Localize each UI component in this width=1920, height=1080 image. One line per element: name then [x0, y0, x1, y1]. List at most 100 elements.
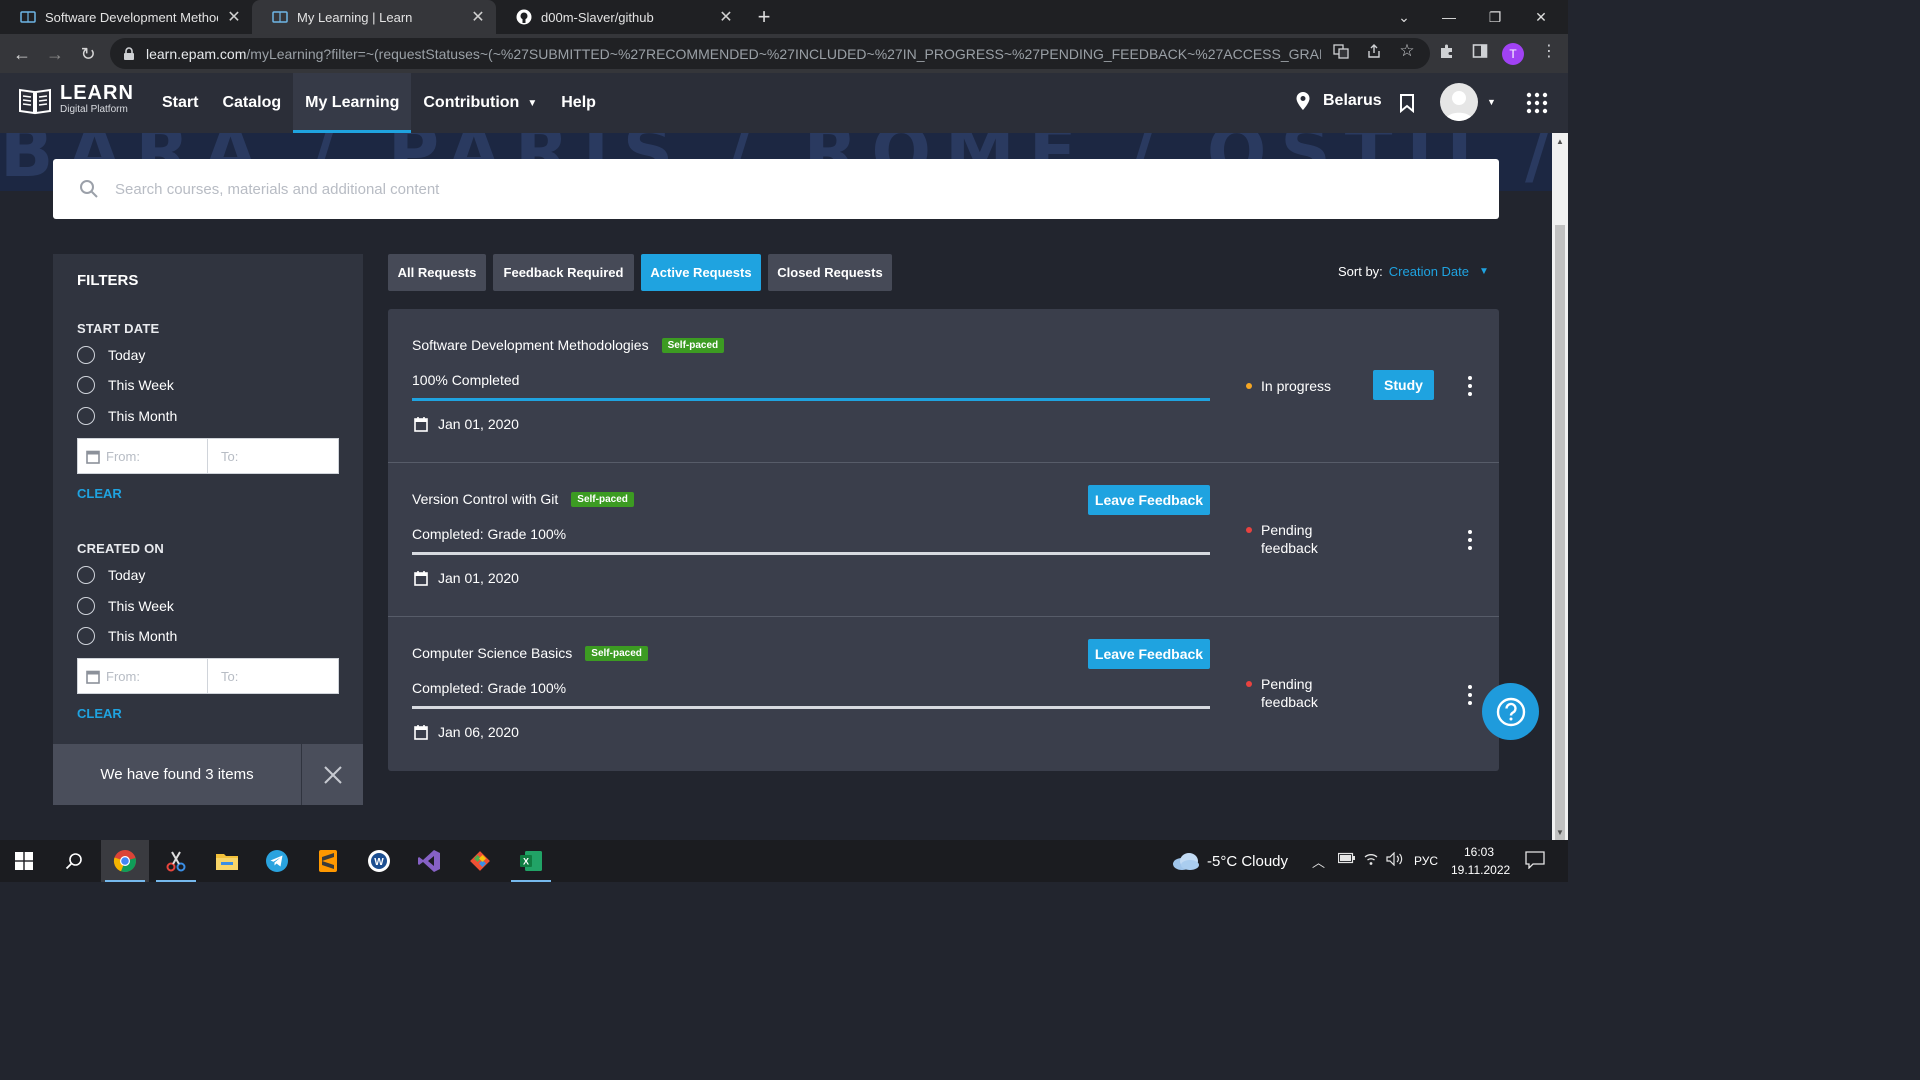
start-date-from-input[interactable]: [106, 448, 196, 464]
progress-fill: [412, 398, 1210, 401]
nav-contribution[interactable]: Contribution ▼: [411, 73, 549, 133]
new-tab-button[interactable]: +: [752, 4, 776, 30]
course-date: Jan 06, 2020: [414, 724, 519, 740]
created-on-clear-link[interactable]: CLEAR: [77, 706, 122, 721]
nav-help[interactable]: Help: [549, 73, 608, 133]
user-avatar[interactable]: [1440, 83, 1478, 121]
bookmark-star-icon[interactable]: ☆: [1398, 41, 1416, 60]
chrome-taskbar-icon[interactable]: [101, 840, 149, 882]
extensions-puzzle-icon[interactable]: [1438, 42, 1456, 60]
more-options-icon[interactable]: [1464, 685, 1476, 705]
close-tab-icon[interactable]: ✕: [470, 7, 486, 27]
nav-catalog[interactable]: Catalog: [210, 73, 293, 133]
tab-active-requests[interactable]: Active Requests: [641, 254, 761, 291]
course-date-text: Jan 01, 2020: [438, 570, 519, 586]
help-button[interactable]: [1482, 683, 1539, 740]
filters-title: FILTERS: [77, 272, 139, 289]
bookmark-icon[interactable]: [1399, 93, 1415, 113]
close-tab-icon[interactable]: ✕: [718, 7, 734, 27]
start-date-this-week-radio[interactable]: This Week: [77, 376, 174, 394]
learn-logo[interactable]: LEARN Digital Platform: [18, 83, 134, 117]
git-extensions-icon[interactable]: [456, 840, 504, 882]
back-arrow-icon[interactable]: ←: [9, 41, 35, 67]
avatar-chevron-down-icon[interactable]: ▼: [1487, 97, 1496, 107]
course-title[interactable]: Software Development Methodologies: [412, 337, 649, 353]
browser-menu-icon[interactable]: ⋮: [1540, 42, 1558, 60]
cloud-weather-icon[interactable]: [1172, 851, 1200, 871]
start-date-clear-link[interactable]: CLEAR: [77, 486, 122, 501]
battery-icon[interactable]: [1337, 852, 1356, 867]
created-on-from-input[interactable]: [106, 668, 196, 684]
course-title[interactable]: Version Control with Git: [412, 491, 558, 507]
start-date-this-month-radio[interactable]: This Month: [77, 407, 177, 425]
search-icon[interactable]: [50, 840, 98, 882]
tray-chevron-up-icon[interactable]: ︿: [1312, 852, 1325, 871]
weather-text[interactable]: -5°C Cloudy: [1207, 853, 1288, 870]
radio-circle: [77, 597, 95, 615]
clock-time[interactable]: 16:03: [1464, 845, 1494, 859]
browser-tab-3[interactable]: d00m-Slaver/github ✕: [496, 0, 744, 34]
sort-selector[interactable]: Sort by: Creation Date ▼: [1338, 264, 1489, 279]
more-options-icon[interactable]: [1464, 376, 1476, 396]
tab-feedback-required[interactable]: Feedback Required: [493, 254, 634, 291]
telegram-icon[interactable]: [253, 840, 301, 882]
translate-icon[interactable]: [1332, 42, 1350, 60]
learn-favicon-icon: [272, 11, 288, 23]
page-scrollbar[interactable]: ▲ ▼: [1552, 133, 1568, 865]
volume-icon[interactable]: [1386, 851, 1404, 869]
search-input[interactable]: [115, 180, 1415, 198]
forward-arrow-icon[interactable]: →: [42, 41, 68, 67]
leave-feedback-button[interactable]: Leave Feedback: [1088, 639, 1210, 669]
browser-profile-avatar[interactable]: T: [1502, 43, 1524, 65]
course-list: Software Development Methodologies Self-…: [388, 309, 1499, 771]
wifi-icon[interactable]: [1363, 852, 1379, 869]
tab-all-requests[interactable]: All Requests: [388, 254, 486, 291]
user-silhouette-icon: [1445, 91, 1473, 121]
windows-start-icon[interactable]: [0, 840, 48, 882]
close-tab-icon[interactable]: ✕: [226, 7, 242, 27]
file-explorer-icon[interactable]: [203, 840, 251, 882]
visual-studio-icon[interactable]: [405, 840, 453, 882]
tab-closed-requests[interactable]: Closed Requests: [768, 254, 892, 291]
wps-writer-icon[interactable]: W: [355, 840, 403, 882]
minimize-icon[interactable]: —: [1426, 0, 1472, 34]
start-date-to-input[interactable]: [220, 448, 311, 464]
browser-tab-2[interactable]: My Learning | Learn ✕: [252, 0, 496, 34]
scroll-down-arrow-icon[interactable]: ▼: [1552, 826, 1568, 840]
notifications-icon[interactable]: [1525, 851, 1545, 872]
created-on-this-week-radio[interactable]: This Week: [77, 597, 174, 615]
browser-tab-title: My Learning | Learn: [297, 9, 413, 25]
browser-tab-1[interactable]: Software Development Methodologies ✕: [0, 0, 252, 34]
location-selector[interactable]: Belarus: [1295, 91, 1382, 111]
input-language[interactable]: РУС: [1414, 854, 1438, 868]
scroll-up-arrow-icon[interactable]: ▲: [1552, 135, 1568, 149]
created-on-to-input[interactable]: [220, 668, 311, 684]
clock-date[interactable]: 19.11.2022: [1451, 863, 1510, 877]
address-bar[interactable]: learn.epam.com/myLearning?filter=~(reque…: [110, 38, 1430, 69]
tab-search-chevron-icon[interactable]: ⌄: [1381, 0, 1427, 34]
start-date-today-radio[interactable]: Today: [77, 346, 145, 364]
close-window-icon[interactable]: ✕: [1518, 0, 1564, 34]
excel-icon[interactable]: X: [507, 840, 555, 882]
share-icon[interactable]: [1365, 42, 1383, 60]
apps-grid-icon[interactable]: [1526, 92, 1548, 114]
snipping-tool-icon[interactable]: [152, 840, 200, 882]
created-on-today-radio[interactable]: Today: [77, 566, 145, 584]
sublime-text-icon[interactable]: [304, 840, 352, 882]
close-results-button[interactable]: [302, 744, 363, 805]
reload-icon[interactable]: ↻: [75, 41, 101, 67]
leave-feedback-button[interactable]: Leave Feedback: [1088, 485, 1210, 515]
study-button[interactable]: Study: [1373, 370, 1434, 400]
status-text: Pending feedback: [1261, 522, 1318, 556]
nav-my-learning[interactable]: My Learning: [293, 73, 412, 133]
maximize-icon[interactable]: ❐: [1472, 0, 1518, 34]
course-title[interactable]: Computer Science Basics: [412, 645, 572, 661]
scroll-thumb[interactable]: [1555, 225, 1565, 865]
progress-bar: [412, 398, 1210, 401]
more-options-icon[interactable]: [1464, 530, 1476, 550]
side-panel-icon[interactable]: [1471, 42, 1489, 60]
created-on-this-month-radio[interactable]: This Month: [77, 627, 177, 645]
nav-start[interactable]: Start: [150, 73, 210, 133]
calendar-icon: [414, 725, 428, 740]
radio-circle: [77, 407, 95, 425]
